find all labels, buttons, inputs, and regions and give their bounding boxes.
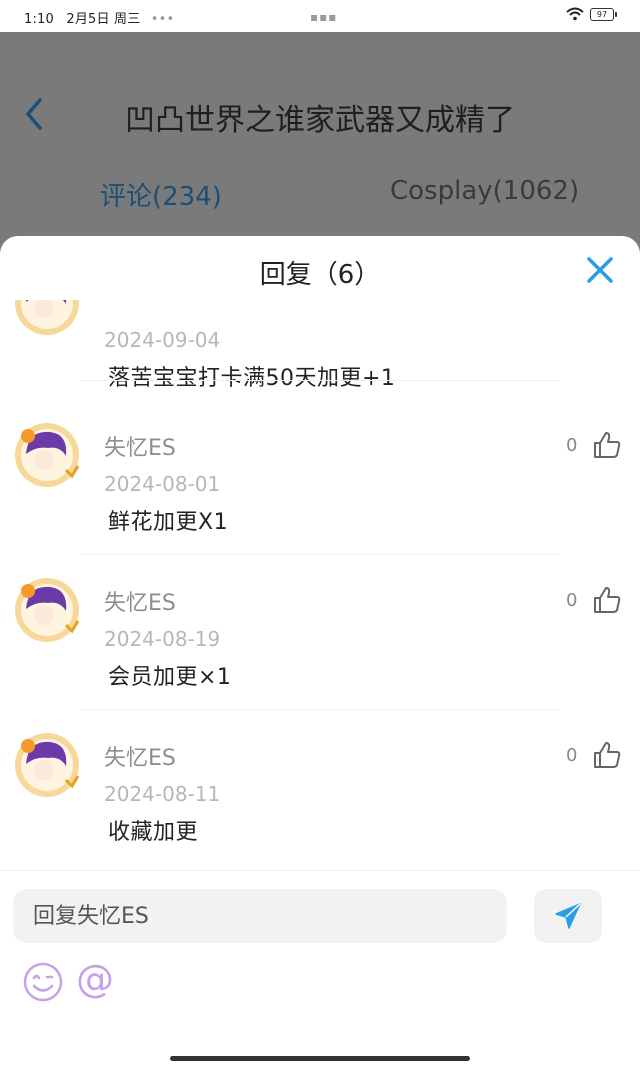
window-handle: ▪▪▪	[310, 10, 338, 24]
avatar[interactable]	[14, 577, 80, 643]
reply-date: 2024-08-11	[104, 782, 221, 806]
list-item: 2024-09-04 落苦宝宝打卡满50天加更+1	[0, 300, 640, 391]
reply-text: 落苦宝宝打卡满50天加更+1	[108, 366, 396, 391]
send-button[interactable]	[534, 889, 602, 943]
avatar[interactable]	[14, 422, 80, 488]
mention-button[interactable]: @	[76, 957, 114, 1001]
page-title: 凹凸世界之谁家武器又成精了	[125, 103, 515, 138]
tab-cosplay[interactable]: Cosplay(1062)	[390, 176, 579, 206]
reply-text: 收藏加更	[108, 820, 199, 845]
emoji-icon[interactable]	[22, 961, 64, 1003]
send-icon	[555, 903, 581, 929]
reply-date: 2024-08-19	[104, 627, 221, 651]
reply-text: 鲜花加更X1	[108, 510, 229, 535]
wifi-icon	[566, 7, 584, 21]
like-count: 0	[566, 745, 578, 766]
reply-list[interactable]: 2024-09-04 落苦宝宝打卡满50天加更+1 失忆ES 2024-08-0…	[0, 300, 640, 870]
like-count: 0	[566, 435, 578, 456]
reply-username[interactable]: 失忆ES	[104, 430, 176, 462]
tab-comments[interactable]: 评论(234)	[100, 176, 222, 213]
thumbs-up-icon[interactable]	[592, 585, 622, 615]
status-time: 1:10	[24, 12, 54, 27]
status-time-date: 1:10 2月5日 周三 •••	[24, 8, 174, 27]
status-date: 2月5日 周三	[66, 12, 141, 27]
status-bar: 1:10 2月5日 周三 ••• ▪▪▪ 97	[0, 0, 640, 32]
reply-date: 2024-08-01	[104, 472, 221, 496]
like-count: 0	[566, 590, 578, 611]
list-item: 失忆ES 2024-08-11 收藏加更 0	[0, 710, 640, 865]
status-extra: •••	[150, 12, 175, 27]
reply-username[interactable]: 失忆ES	[104, 740, 176, 772]
avatar[interactable]	[14, 732, 80, 798]
thumbs-up-icon[interactable]	[592, 740, 622, 770]
close-icon[interactable]	[586, 256, 614, 284]
reply-input[interactable]	[13, 889, 507, 943]
list-item: 失忆ES 2024-08-01 鲜花加更X1 0	[0, 400, 640, 555]
avatar[interactable]	[14, 300, 80, 336]
reply-username[interactable]: 失忆ES	[104, 585, 176, 617]
thumbs-up-icon[interactable]	[592, 430, 622, 460]
home-indicator[interactable]	[170, 1056, 470, 1061]
reply-sheet: 回复（6） 2024-09-04 落苦宝宝打卡满50天加更+1 失忆ES 202…	[0, 236, 640, 1068]
reply-date: 2024-09-04	[104, 328, 221, 352]
battery-level: 97	[596, 9, 608, 19]
reply-composer: @	[0, 870, 640, 1068]
sheet-title: 回复（6）	[259, 260, 381, 290]
battery-icon: 97	[590, 7, 617, 21]
list-item: 失忆ES 2024-08-19 会员加更×1 0	[0, 555, 640, 710]
reply-text: 会员加更×1	[108, 665, 232, 690]
